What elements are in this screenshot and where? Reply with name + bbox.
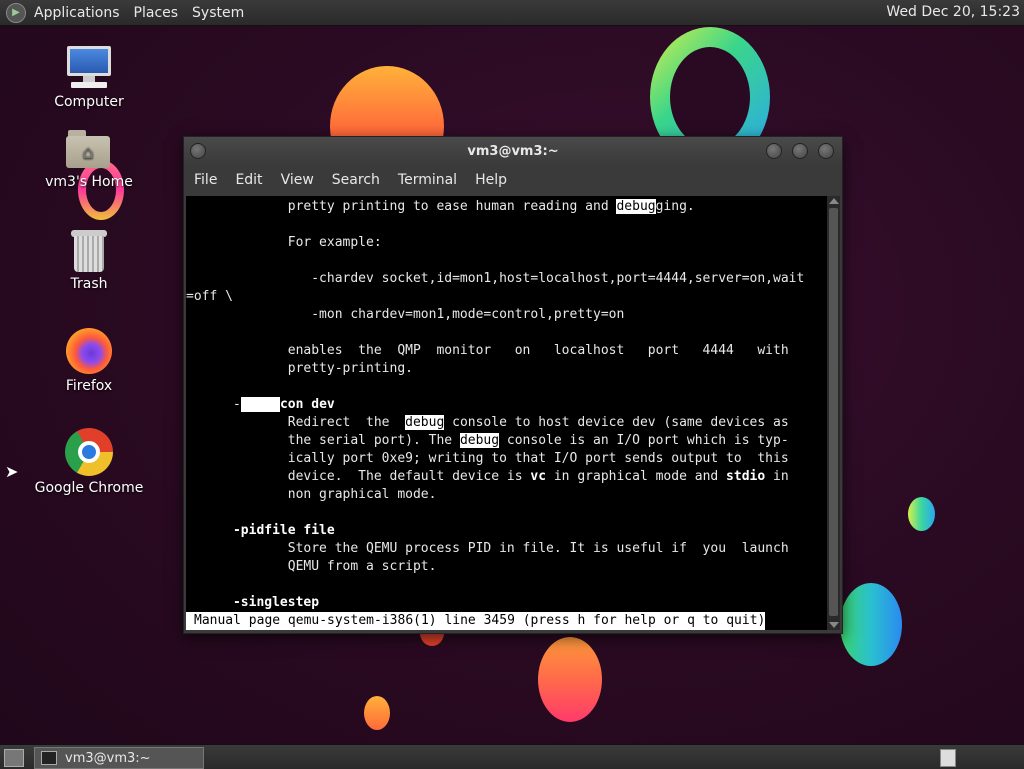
- menu-applications[interactable]: Applications: [34, 5, 120, 21]
- terminal-line: =off \: [186, 289, 233, 304]
- terminal-line: -chardev socket,id=mon1,host=localhost,p…: [186, 271, 805, 286]
- terminal-line: device. The default device is vc in grap…: [186, 469, 789, 484]
- top-panel: ▶ Applications Places System Wed Dec 20,…: [0, 0, 1024, 26]
- wallpaper-shape: [538, 637, 602, 722]
- terminal-line: Store the QEMU process PID in file. It i…: [186, 541, 789, 556]
- panel-clock[interactable]: Wed Dec 20, 15:23: [886, 4, 1020, 20]
- desktop-icon-computer[interactable]: Computer: [34, 46, 144, 110]
- window-titlebar[interactable]: vm3@vm3:~: [184, 137, 842, 165]
- wallpaper-shape: [364, 696, 390, 730]
- scroll-down-icon[interactable]: [829, 622, 839, 628]
- mouse-pointer-icon: ➤: [5, 462, 19, 481]
- menu-view[interactable]: View: [281, 172, 314, 188]
- terminal-menubar: File Edit View Search Terminal Help: [184, 165, 842, 195]
- desktop-icon-label: vm3's Home: [45, 174, 133, 190]
- close-icon[interactable]: [818, 143, 834, 159]
- desktop-icon-label: Google Chrome: [34, 480, 144, 496]
- terminal-line: the serial port). The debug console is a…: [186, 433, 789, 448]
- window-title: vm3@vm3:~: [467, 144, 559, 159]
- wallpaper-shape: [840, 583, 902, 666]
- computer-icon: [65, 46, 113, 90]
- terminal-line: pretty printing to ease human reading an…: [186, 199, 695, 214]
- scroll-up-icon[interactable]: [829, 198, 839, 204]
- terminal-line: enables the QMP monitor on localhost por…: [186, 343, 789, 358]
- terminal-line: -debugcon dev: [186, 397, 335, 412]
- firefox-icon: [66, 328, 112, 374]
- menu-terminal[interactable]: Terminal: [398, 172, 457, 188]
- terminal-line: -pidfile file: [232, 523, 335, 538]
- menu-system[interactable]: System: [192, 5, 244, 21]
- maximize-icon[interactable]: [792, 143, 808, 159]
- man-status-line: Manual page qemu-system-i386(1) line 345…: [186, 612, 766, 630]
- menu-file[interactable]: File: [194, 172, 217, 188]
- terminal-line: non graphical mode.: [186, 487, 437, 502]
- home-folder-icon: ⌂: [66, 130, 112, 170]
- menu-search[interactable]: Search: [332, 172, 380, 188]
- desktop-icon-label: Computer: [54, 94, 124, 110]
- terminal-scrollbar[interactable]: [827, 196, 840, 630]
- chrome-icon: [65, 428, 113, 476]
- terminal-line: For example:: [186, 235, 382, 250]
- taskbar-terminal-button[interactable]: vm3@vm3:~: [34, 747, 204, 769]
- bottom-panel: vm3@vm3:~: [0, 744, 1024, 769]
- desktop-icon-trash[interactable]: Trash: [34, 230, 144, 292]
- trash-icon: [71, 230, 107, 272]
- menu-help[interactable]: Help: [475, 172, 507, 188]
- terminal-line: -singlestep: [232, 595, 320, 610]
- desktop-icon-firefox[interactable]: Firefox: [34, 328, 144, 394]
- terminal-line: QEMU from a script.: [186, 559, 437, 574]
- terminal-line: -mon chardev=mon1,mode=control,pretty=on: [186, 307, 625, 322]
- scrollbar-thumb[interactable]: [829, 208, 838, 616]
- show-desktop-icon[interactable]: [4, 749, 24, 767]
- desktop-icon-chrome[interactable]: Google Chrome: [34, 428, 144, 496]
- desktop-icon-home[interactable]: ⌂ vm3's Home: [34, 130, 144, 190]
- taskbar-button-label: vm3@vm3:~: [65, 750, 151, 766]
- distro-logo-icon[interactable]: ▶: [6, 2, 26, 23]
- menu-places[interactable]: Places: [134, 5, 179, 21]
- minimize-icon[interactable]: [766, 143, 782, 159]
- terminal-window[interactable]: vm3@vm3:~ File Edit View Search Terminal…: [183, 136, 843, 634]
- wallpaper-shape: [908, 497, 935, 531]
- workspace-switcher[interactable]: [940, 749, 956, 767]
- terminal-line: ically port 0xe9; writing to that I/O po…: [186, 451, 789, 466]
- desktop-icon-label: Trash: [70, 276, 108, 292]
- terminal-icon: [41, 751, 57, 765]
- menu-edit[interactable]: Edit: [235, 172, 262, 188]
- terminal-output[interactable]: pretty printing to ease human reading an…: [186, 196, 827, 630]
- terminal-line: Redirect the debug console to host devic…: [186, 415, 789, 430]
- desktop-icon-label: Firefox: [65, 378, 113, 394]
- terminal-line: pretty-printing.: [186, 361, 413, 376]
